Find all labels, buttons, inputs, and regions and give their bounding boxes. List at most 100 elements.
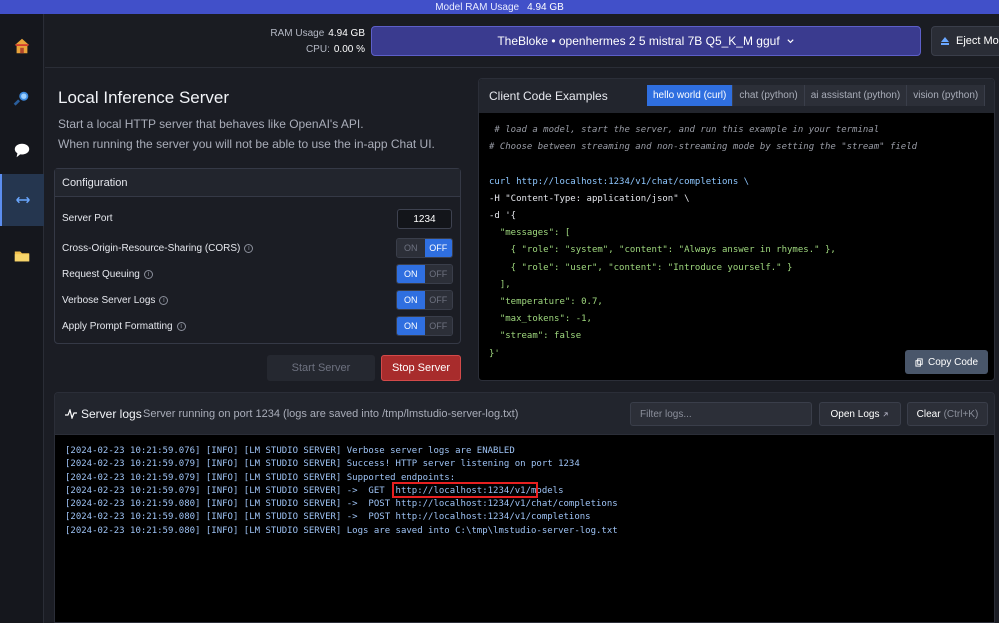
header: RAM Usage 4.94 GB CPU: 0.00 % TheBloke • o… [45,14,999,68]
toggle-off-option: OFF [424,265,452,283]
code-line: { "role": "system", "content": "Always a… [489,245,836,256]
toggle-on-option: ON [397,317,425,335]
prompt-formatting-label: Apply Prompt Formatting [62,321,173,332]
page-title: Local Inference Server [58,88,230,107]
prompt-formatting-row: Apply Prompt Formatting i [62,321,186,332]
code-tabs: hello world (curl) chat (python) ai assi… [647,85,986,106]
home-icon [14,38,30,54]
code-panel-header: Client Code Examples hello world (curl) … [479,79,994,113]
filter-logs-input[interactable] [630,402,812,426]
clear-logs-button[interactable]: Clear (Ctrl+K) [907,402,988,426]
stop-server-button[interactable]: Stop Server [381,355,461,381]
cpu-label: CPU: [305,44,330,55]
queuing-label: Request Queuing [62,269,140,280]
code-line: curl http://localhost:1234/v1/chat/compl… [489,176,750,187]
toggle-off-option: OFF [424,317,452,335]
code-line: "stream": false [489,331,582,342]
log-line: [2024-02-23 10:21:59.079] [INFO] [LM STU… [65,459,580,470]
log-line: [2024-02-23 10:21:59.080] [INFO] [LM STU… [65,525,618,536]
log-line: [2024-02-23 10:21:59.080] [INFO] [LM STU… [65,499,618,510]
sidebar-item-search[interactable] [0,72,44,124]
code-line: { "role": "user", "content": "Introduce … [489,262,793,273]
info-icon: i [244,244,254,253]
verbose-logs-toggle[interactable]: ON OFF [396,290,453,310]
configuration-panel: Configuration Server Port Cross-Origin-R… [54,168,461,344]
model-selector[interactable]: TheBloke • openhermes 2 5 mistral 7B Q5_… [371,26,921,56]
prompt-formatting-toggle[interactable]: ON OFF [396,316,453,336]
server-logs-title-text: Server logs [81,407,142,421]
ram-value: 4.94 GB [328,28,365,39]
code-line: # load a model, start the server, and ru… [489,125,880,135]
highlight-box [392,482,538,498]
code-line: "max_tokens": -1, [489,314,592,325]
server-port-label: Server Port [62,213,113,224]
code-line: ], [489,279,511,290]
code-line: }' [489,348,500,359]
verbose-logs-label: Verbose Server Logs [62,295,156,306]
open-logs-label: Open Logs [830,408,880,420]
log-line: [2024-02-23 10:21:59.076] [INFO] [LM STU… [65,446,515,456]
model-name: TheBloke • openhermes 2 5 mistral 7B Q5_… [497,34,780,48]
code-block: # load a model, start the server, and ru… [479,113,994,372]
server-description-2: When running the server you will not be … [58,137,435,151]
search-icon [13,91,29,106]
clear-shortcut: (Ctrl+K) [943,408,979,420]
server-arrows-icon [16,196,30,204]
ram-usage-value: 4.94 GB [527,1,564,13]
queuing-row: Request Queuing i [62,269,153,280]
log-output: [2024-02-23 10:21:59.076] [INFO] [LM STU… [55,435,994,622]
verbose-logs-row: Verbose Server Logs i [62,295,169,306]
chevron-down-icon [787,38,794,43]
server-port-row: Server Port [62,213,113,224]
code-line: -H "Content-Type: application/json" \ [489,193,690,204]
server-logs-title: Server logs [65,407,142,421]
toggle-off-option: OFF [424,291,452,309]
cors-toggle[interactable]: ON OFF [396,238,453,258]
cors-label: Cross-Origin-Resource-Sharing (CORS) [62,243,241,254]
eject-model-button[interactable]: Eject Mode [931,26,999,56]
system-usage: RAM Usage 4.94 GB CPU: 0.00 % [245,26,365,58]
info-icon: i [176,322,186,331]
external-link-icon [883,411,889,417]
tab-chat-python[interactable]: chat (python) [733,85,805,106]
server-description-1: Start a local HTTP server that behaves l… [58,117,364,131]
configuration-heading: Configuration [55,169,460,197]
code-panel-title: Client Code Examples [489,89,608,103]
cpu-value: 0.00 % [333,44,365,55]
pulse-icon [65,409,77,419]
cors-row: Cross-Origin-Resource-Sharing (CORS) i [62,243,254,254]
tab-ai-assistant-python[interactable]: ai assistant (python) [804,85,908,106]
toggle-on-option: ON [397,265,425,283]
open-logs-button[interactable]: Open Logs [819,402,901,426]
chat-icon [14,143,30,158]
log-line: [2024-02-23 10:21:59.080] [INFO] [LM STU… [65,512,591,523]
toggle-off-option: OFF [424,239,452,257]
code-line: # Choose between streaming and non-strea… [489,142,918,153]
ram-usage-label: Model RAM Usage [435,1,520,13]
code-line: -d '{ [489,211,517,222]
eject-icon [941,37,949,45]
sidebar-item-chat[interactable] [0,124,44,176]
eject-label: Eject Mode [956,35,999,47]
tab-hello-world-curl[interactable]: hello world (curl) [647,85,734,106]
sidebar-item-home[interactable] [0,20,44,72]
code-line: "messages": [ [489,228,571,239]
sidebar-item-models[interactable] [0,230,44,282]
ram-usage-bar: Model RAM Usage 4.94 GB [0,0,999,14]
toggle-on-option: ON [397,239,425,257]
copy-code-label: Copy Code [927,356,979,368]
server-logs-panel: Server logs Server running on port 1234 … [54,392,995,623]
copy-icon [915,357,923,367]
sidebar-item-server[interactable] [0,174,44,226]
toggle-on-option: ON [397,291,425,309]
ram-label: RAM Usage [270,28,325,39]
code-line: "temperature": 0.7, [489,297,603,308]
server-logs-subtitle: Server running on port 1234 (logs are sa… [143,408,519,420]
copy-code-button[interactable]: Copy Code [905,350,988,374]
server-port-input[interactable] [397,209,452,229]
server-logs-header: Server logs Server running on port 1234 … [55,393,994,435]
tab-vision-python[interactable]: vision (python) [907,85,986,106]
start-server-button[interactable]: Start Server [267,355,375,381]
folder-icon [14,251,30,262]
queuing-toggle[interactable]: ON OFF [396,264,453,284]
